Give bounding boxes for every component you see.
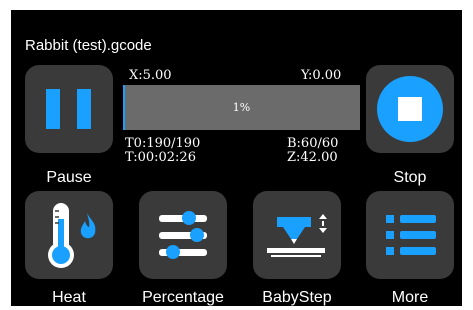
z-position: Z:42.00 (287, 150, 338, 165)
pause-label: Pause (46, 169, 92, 186)
stop-icon (377, 76, 443, 142)
thermometer-flame-icon (48, 203, 96, 268)
progress-percent: 1% (232, 101, 251, 114)
more-label: More (391, 289, 429, 306)
babystep-label: BabyStep (262, 289, 332, 306)
stop-label: Stop (393, 169, 427, 186)
pause-button[interactable] (25, 65, 113, 153)
stop-button[interactable] (366, 65, 454, 153)
y-position: Y:0.00 (301, 68, 342, 83)
print-status-screen: Rabbit (test).gcode Pause Stop X:5.00 Y:… (11, 10, 462, 306)
sliders-icon (159, 211, 207, 259)
heat-button[interactable] (25, 191, 113, 279)
percentage-button[interactable] (139, 191, 227, 279)
babystep-button[interactable] (253, 191, 341, 279)
heat-label: Heat (52, 289, 86, 306)
x-position: X:5.00 (129, 68, 172, 83)
elapsed-time: T:00:02:26 (125, 150, 196, 165)
list-icon (386, 215, 436, 255)
progress-bar: 1% (123, 85, 360, 130)
nozzle-icon (267, 214, 327, 257)
more-button[interactable] (366, 191, 454, 279)
tool-temperature: T0:190/190 (125, 136, 201, 151)
bed-temperature: B:60/60 (287, 136, 339, 151)
pause-icon (46, 89, 91, 129)
file-name: Rabbit (test).gcode (25, 37, 152, 54)
percentage-label: Percentage (142, 289, 224, 306)
